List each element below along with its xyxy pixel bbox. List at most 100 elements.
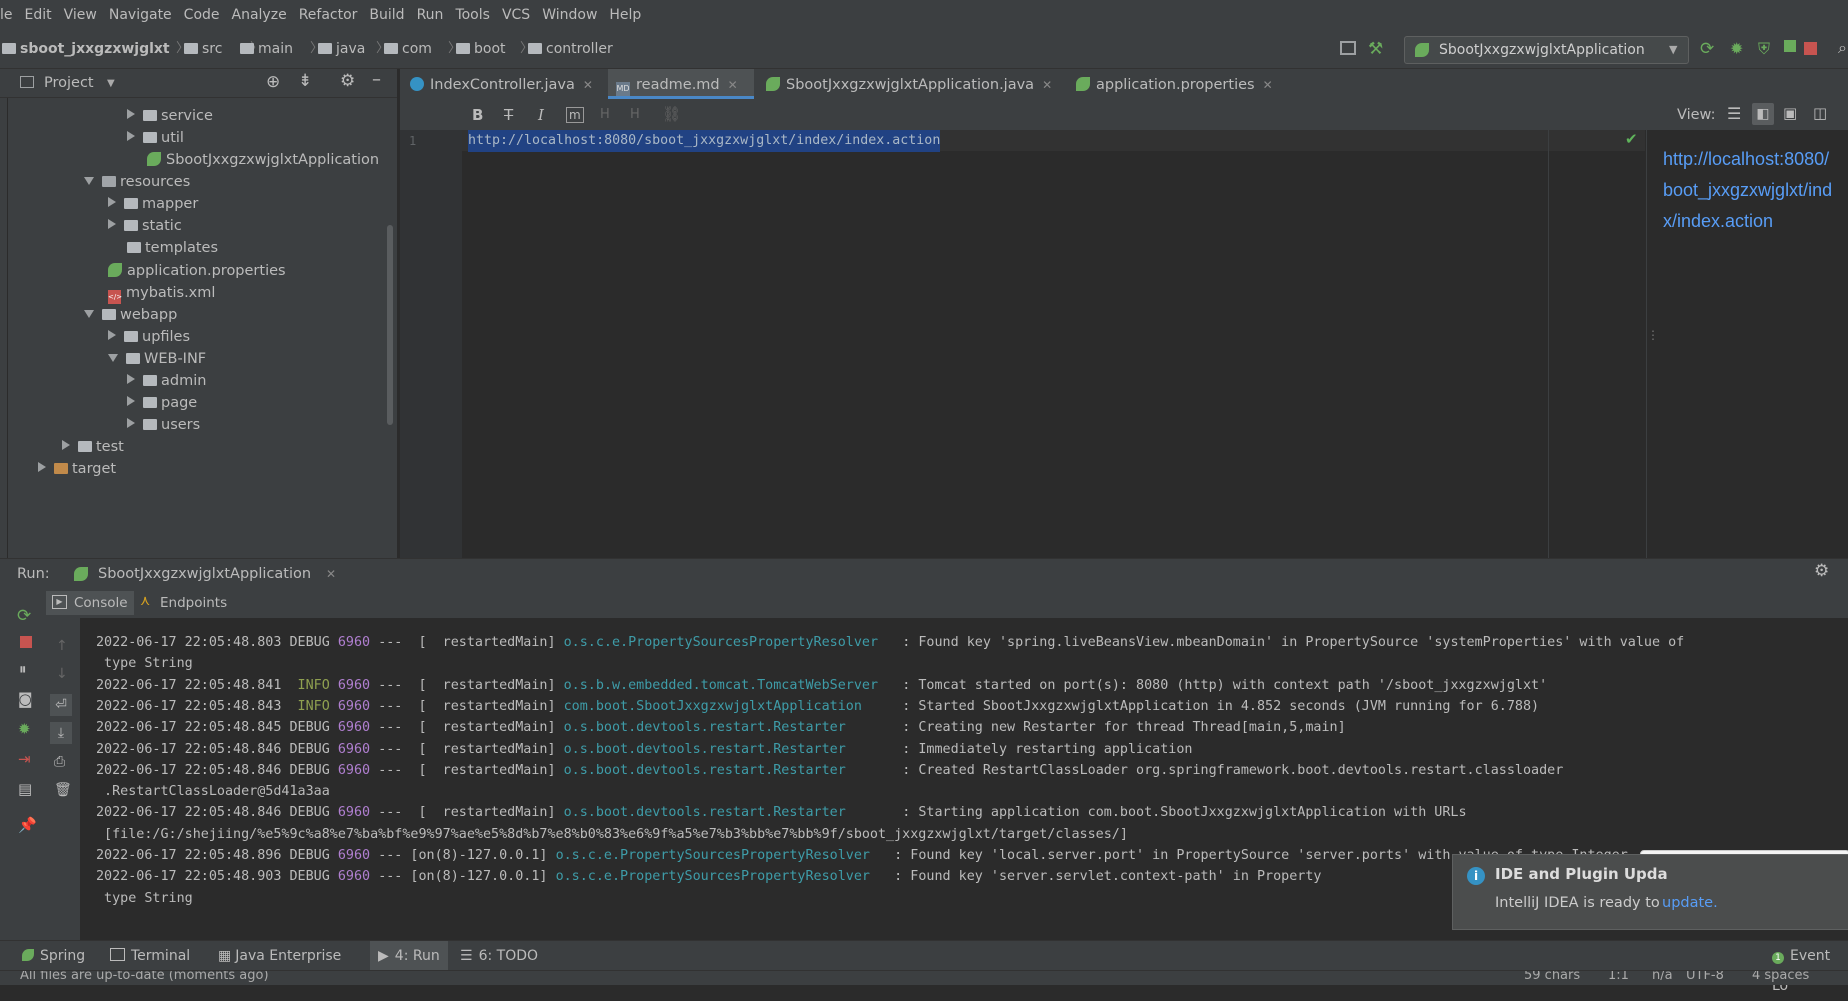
expand-arrow-icon[interactable] xyxy=(84,310,94,318)
breadcrumb-java[interactable]: java xyxy=(318,30,365,68)
layout-icon[interactable] xyxy=(1340,41,1356,55)
tool-todo[interactable]: ☰ 6: TODO xyxy=(460,941,538,971)
tool-spring[interactable]: Spring xyxy=(22,941,85,971)
chevron-down-icon[interactable]: ▼ xyxy=(107,78,115,89)
coverage-shield-icon[interactable]: ⛨ xyxy=(1758,39,1770,59)
pause-icon[interactable]: ⏸ xyxy=(19,660,27,678)
menu-tools[interactable]: Tools xyxy=(449,0,496,30)
console-logger[interactable]: o.s.boot.devtools.restart.Restarter xyxy=(564,805,846,820)
tab-application-class[interactable]: SbootJxxgzxwjglxtApplication.java ✕ xyxy=(766,69,1064,102)
italic-icon[interactable]: I xyxy=(538,106,544,124)
menu-window[interactable]: Window xyxy=(536,0,603,30)
menu-file[interactable]: le xyxy=(0,0,19,30)
close-icon[interactable]: ✕ xyxy=(1263,78,1273,92)
editor-line-text[interactable]: http://localhost:8080/sboot_jxxgzxwjglxt… xyxy=(468,130,941,152)
tree-item-users[interactable]: users xyxy=(127,412,200,438)
console-logger[interactable]: o.s.boot.devtools.restart.Restarter xyxy=(564,763,846,778)
close-icon[interactable]: ✕ xyxy=(326,559,336,589)
debug-bug-icon[interactable]: ✹ xyxy=(1730,39,1743,58)
collapse-all-icon[interactable]: ⇟ xyxy=(298,71,312,91)
preview-link-line[interactable]: x/index.action xyxy=(1663,206,1832,237)
collapse-arrow-icon[interactable] xyxy=(127,131,135,141)
collapse-arrow-icon[interactable] xyxy=(62,440,70,450)
debug-bug-icon[interactable]: ✹ xyxy=(18,720,31,738)
stop-icon[interactable] xyxy=(20,636,32,648)
project-panel-title[interactable]: Project xyxy=(44,69,94,97)
preview-link-line[interactable]: boot_jxxgzxwjglxt/ind xyxy=(1663,175,1832,206)
menu-navigate[interactable]: Navigate xyxy=(103,0,178,30)
project-scrollbar[interactable] xyxy=(387,225,393,425)
minimize-icon[interactable]: – xyxy=(372,69,381,90)
build-hammer-icon[interactable]: ⚒ xyxy=(1368,39,1383,59)
code-icon[interactable]: m xyxy=(566,107,584,123)
editor-area[interactable] xyxy=(400,130,1645,558)
status-encoding[interactable]: UTF-8 xyxy=(1686,971,1724,983)
breadcrumb-com[interactable]: com xyxy=(384,30,432,68)
menu-help[interactable]: Help xyxy=(603,0,647,30)
search-icon[interactable]: ⌕ xyxy=(1838,38,1847,58)
breadcrumb-project[interactable]: sboot_jxxgzxwjglxt xyxy=(2,30,170,68)
split-view-icon[interactable]: ◧ xyxy=(1752,103,1774,125)
status-caret-position[interactable]: 1:1 xyxy=(1608,971,1629,983)
console-logger[interactable]: o.s.boot.devtools.restart.Restarter xyxy=(564,742,846,757)
console-logger[interactable]: o.s.c.e.PropertySourcesPropertyResolver xyxy=(556,869,870,884)
close-icon[interactable]: ✕ xyxy=(1042,78,1052,92)
layout-toggle-icon[interactable]: ◫ xyxy=(1813,104,1827,122)
rerun-icon[interactable]: ⟳ xyxy=(17,606,31,626)
menu-code[interactable]: Code xyxy=(178,0,226,30)
layout-icon[interactable]: ▤ xyxy=(18,780,32,798)
console-logger[interactable]: o.s.boot.devtools.restart.Restarter xyxy=(564,720,846,735)
close-icon[interactable]: ✕ xyxy=(583,78,593,92)
bold-icon[interactable]: B xyxy=(472,106,483,124)
expand-arrow-icon[interactable] xyxy=(84,177,94,185)
profile-icon[interactable] xyxy=(1784,40,1796,52)
notification-balloon[interactable]: i IDE and Plugin Upda IntelliJ IDEA is r… xyxy=(1452,854,1848,930)
console-logger[interactable]: o.s.c.e.PropertySourcesPropertyResolver xyxy=(556,848,870,863)
strikethrough-icon[interactable]: T xyxy=(504,106,513,124)
stop-icon[interactable] xyxy=(1804,42,1817,55)
breadcrumb-main[interactable]: main xyxy=(240,30,293,68)
collapse-arrow-icon[interactable] xyxy=(108,330,116,340)
collapse-arrow-icon[interactable] xyxy=(108,197,116,207)
menu-edit[interactable]: Edit xyxy=(19,0,58,30)
run-configuration-select[interactable]: SbootJxxgzxwjglxtApplication ▼ xyxy=(1404,36,1689,64)
run-tab[interactable]: SbootJxxgzxwjglxtApplication xyxy=(98,559,311,589)
preview-only-icon[interactable]: ▣ xyxy=(1783,104,1797,122)
collapse-arrow-icon[interactable] xyxy=(38,462,46,472)
breadcrumb-controller[interactable]: controller xyxy=(528,30,613,68)
collapse-arrow-icon[interactable] xyxy=(127,396,135,406)
console-tab[interactable]: ▶ Console xyxy=(46,591,134,615)
print-icon[interactable]: ⎙ xyxy=(54,754,65,770)
expand-arrow-icon[interactable] xyxy=(108,354,118,362)
tree-item-target[interactable]: target xyxy=(38,456,116,482)
collapse-arrow-icon[interactable] xyxy=(127,374,135,384)
endpoints-tab[interactable]: ⋏ Endpoints xyxy=(138,591,238,615)
console-logger[interactable]: com.boot.SbootJxxgzxwjglxtApplication xyxy=(564,699,862,714)
camera-icon[interactable]: ◙ xyxy=(18,690,33,708)
tool-java-enterprise[interactable]: ▦ Java Enterprise xyxy=(218,941,341,971)
splitter-handle-icon[interactable]: ⋮ xyxy=(1647,328,1659,342)
menu-view[interactable]: View xyxy=(58,0,103,30)
close-icon[interactable]: ✕ xyxy=(728,78,738,92)
notification-update-link[interactable]: update. xyxy=(1662,895,1718,911)
editor-only-icon[interactable]: ☰ xyxy=(1727,104,1741,123)
tool-terminal[interactable]: Terminal xyxy=(110,941,190,971)
pin-icon[interactable]: 📌 xyxy=(18,816,37,834)
menu-vcs[interactable]: VCS xyxy=(496,0,536,30)
scroll-to-end-icon[interactable]: ⤓ xyxy=(50,722,72,744)
console-logger[interactable]: o.s.b.w.embedded.tomcat.TomcatWebServer xyxy=(564,678,878,693)
breadcrumb-boot[interactable]: boot xyxy=(456,30,506,68)
menu-run[interactable]: Run xyxy=(411,0,450,30)
rerun-icon[interactable]: ⟳ xyxy=(1700,39,1714,59)
tab-application-properties[interactable]: application.properties ✕ xyxy=(1076,69,1294,102)
tab-indexcontroller[interactable]: IndexController.java ✕ xyxy=(410,69,600,102)
gear-icon[interactable]: ⚙ xyxy=(1814,561,1829,581)
gear-icon[interactable]: ⚙ xyxy=(340,71,355,91)
tool-run[interactable]: ▶ 4: Run xyxy=(370,941,448,971)
tab-readme[interactable]: MD readme.md ✕ xyxy=(608,69,754,99)
breadcrumb-src[interactable]: src xyxy=(184,30,222,68)
locate-target-icon[interactable]: ⊕ xyxy=(266,72,280,92)
collapse-arrow-icon[interactable] xyxy=(127,109,135,119)
collapse-arrow-icon[interactable] xyxy=(108,219,116,229)
console-logger[interactable]: o.s.c.e.PropertySourcesPropertyResolver xyxy=(564,635,878,650)
